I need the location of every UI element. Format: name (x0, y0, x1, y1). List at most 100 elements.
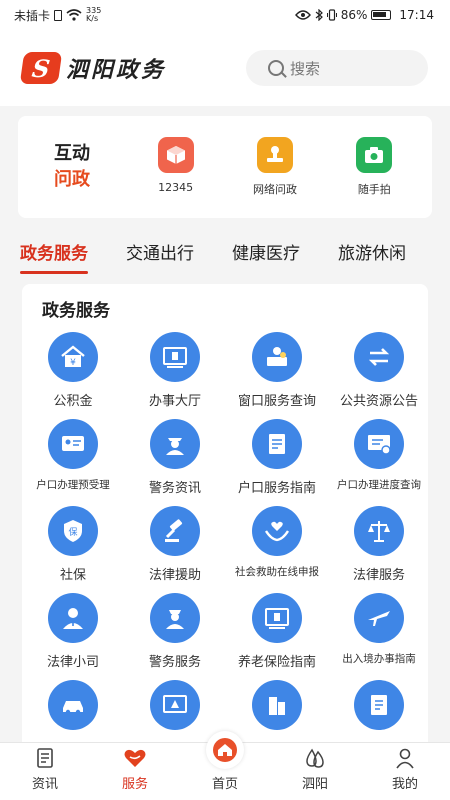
battery-percent: 86% (340, 8, 368, 22)
tab-transport[interactable]: 交通出行 (126, 236, 194, 272)
service-label: 法律小司 (46, 655, 99, 670)
home-icon (206, 731, 244, 769)
service-window-query[interactable]: 窗口服务查询 (226, 328, 328, 415)
document-icon (354, 680, 404, 730)
service-label: 公共资源公告 (339, 394, 418, 409)
scales-icon (354, 506, 404, 556)
service-label: 警务服务 (148, 655, 201, 670)
battery-icon (371, 10, 392, 20)
interact-title-line2: 问政 (54, 169, 90, 190)
exchange-icon (354, 332, 404, 382)
car-icon (48, 680, 98, 730)
svg-text:¥: ¥ (70, 358, 76, 368)
services-card: 政务服务 ¥ 公积金 办事大厅 窗口服务查询 公共资源公告 户口办理预受理 警务… (22, 284, 428, 754)
service-legal-aid[interactable]: 法律援助 (124, 502, 226, 589)
nav-label: 泗阳 (301, 777, 328, 792)
social-security-icon: 保 (48, 506, 98, 556)
service-label: 公积金 (53, 394, 93, 409)
service-legal-service[interactable]: 法律服务 (328, 502, 428, 589)
interactive-inquiry-card: 互动 问政 12345 网络问政 随手拍 (18, 116, 432, 218)
service-label: 社会救助在线申报 (235, 566, 319, 578)
net-speed-unit: K/s (86, 14, 99, 23)
service-label: 警务资讯 (148, 481, 201, 496)
app-name: 泗阳政务 (66, 57, 167, 83)
logo-mark-icon: S (19, 52, 63, 84)
net-speed: 335 K/s (86, 7, 101, 23)
service-label: 办事大厅 (148, 394, 201, 409)
police-icon (150, 419, 200, 469)
service-social-security[interactable]: 保 社保 (22, 502, 124, 589)
interact-item-online-inquiry[interactable]: 网络问政 (230, 137, 320, 197)
nav-label: 资讯 (31, 777, 58, 792)
service-pension-guide[interactable]: 养老保险指南 (226, 589, 328, 676)
news-icon (37, 748, 53, 768)
service-label: 窗口服务查询 (237, 394, 316, 409)
house-fund-icon: ¥ (48, 332, 98, 382)
search-icon (268, 60, 284, 76)
interact-item-snapshot[interactable]: 随手拍 (329, 137, 419, 197)
window-service-icon (252, 332, 302, 382)
service-label: 养老保险指南 (237, 655, 316, 670)
id-card-icon (48, 419, 98, 469)
bottom-nav: 资讯 服务 首页 泗阳 我的 (0, 731, 450, 800)
interact-title-line1: 互动 (54, 143, 90, 164)
eye-icon (294, 10, 311, 20)
service-label: 户口服务指南 (237, 481, 316, 496)
service-label: 户口办理进度查询 (337, 479, 421, 491)
stamp-icon (256, 137, 293, 173)
nav-news[interactable]: 资讯 (0, 743, 90, 800)
user-icon (396, 748, 414, 769)
service-police-news[interactable]: 警务资讯 (124, 415, 226, 502)
heart-hands-icon (252, 506, 302, 556)
service-public-resource[interactable]: 公共资源公告 (328, 328, 428, 415)
interact-label: 12345 (158, 181, 194, 194)
nav-siyang[interactable]: 泗阳 (270, 743, 360, 800)
airplane-icon (354, 593, 404, 643)
app-logo: S 泗阳政务 (19, 52, 167, 84)
search-input[interactable]: 搜索 (246, 50, 428, 86)
interact-item-12345[interactable]: 12345 (131, 137, 221, 197)
carrier-text: 未插卡 (14, 8, 51, 23)
nav-label: 我的 (391, 777, 418, 792)
gavel-icon (150, 506, 200, 556)
service-label: 法律援助 (148, 568, 201, 583)
vibrate-icon (326, 9, 337, 21)
nav-home[interactable]: 首页 (180, 731, 270, 800)
interact-label: 随手拍 (357, 183, 391, 196)
service-label: 户口办理预受理 (36, 479, 110, 491)
interact-label: 网络问政 (252, 183, 297, 196)
service-hukou-progress[interactable]: 户口办理进度查询 (328, 415, 428, 502)
service-police-service[interactable]: 警务服务 (124, 589, 226, 676)
service-social-assistance[interactable]: 社会救助在线申报 (226, 502, 328, 589)
pension-icon (252, 593, 302, 643)
svg-text:保: 保 (68, 526, 77, 538)
tab-government-services[interactable]: 政务服务 (20, 236, 88, 274)
tab-tourism[interactable]: 旅游休闲 (338, 236, 406, 272)
nav-mine[interactable]: 我的 (360, 743, 450, 800)
service-legal-helper[interactable]: 法律小司 (22, 589, 124, 676)
camera-icon (356, 137, 393, 173)
guide-icon (252, 419, 302, 469)
sim-icon (54, 9, 63, 21)
service-label: 社保 (59, 568, 86, 583)
search-placeholder: 搜索 (290, 59, 321, 78)
building-icon (252, 680, 302, 730)
wifi-icon (66, 9, 82, 21)
cube-icon (157, 137, 194, 173)
service-exit-entry-guide[interactable]: 出入境办事指南 (328, 589, 428, 676)
status-bar: 未插卡 335 K/s 86% 17:14 (0, 0, 450, 30)
interactive-inquiry-title: 互动 问政 (18, 141, 126, 193)
service-hukou-pre-accept[interactable]: 户口办理预受理 (22, 415, 124, 502)
service-hall[interactable]: 办事大厅 (124, 328, 226, 415)
service-hukou-guide[interactable]: 户口服务指南 (226, 415, 328, 502)
tab-health[interactable]: 健康医疗 (232, 236, 300, 272)
drops-icon (306, 748, 324, 768)
nav-services[interactable]: 服务 (90, 743, 180, 800)
warning-board-icon (150, 680, 200, 730)
heart-service-icon (124, 749, 146, 767)
service-housing-fund[interactable]: ¥ 公积金 (22, 328, 124, 415)
hall-icon (150, 332, 200, 382)
category-tabs: 政务服务 交通出行 健康医疗 旅游休闲 (0, 234, 450, 274)
lawyer-icon (48, 593, 98, 643)
progress-query-icon (354, 419, 404, 469)
